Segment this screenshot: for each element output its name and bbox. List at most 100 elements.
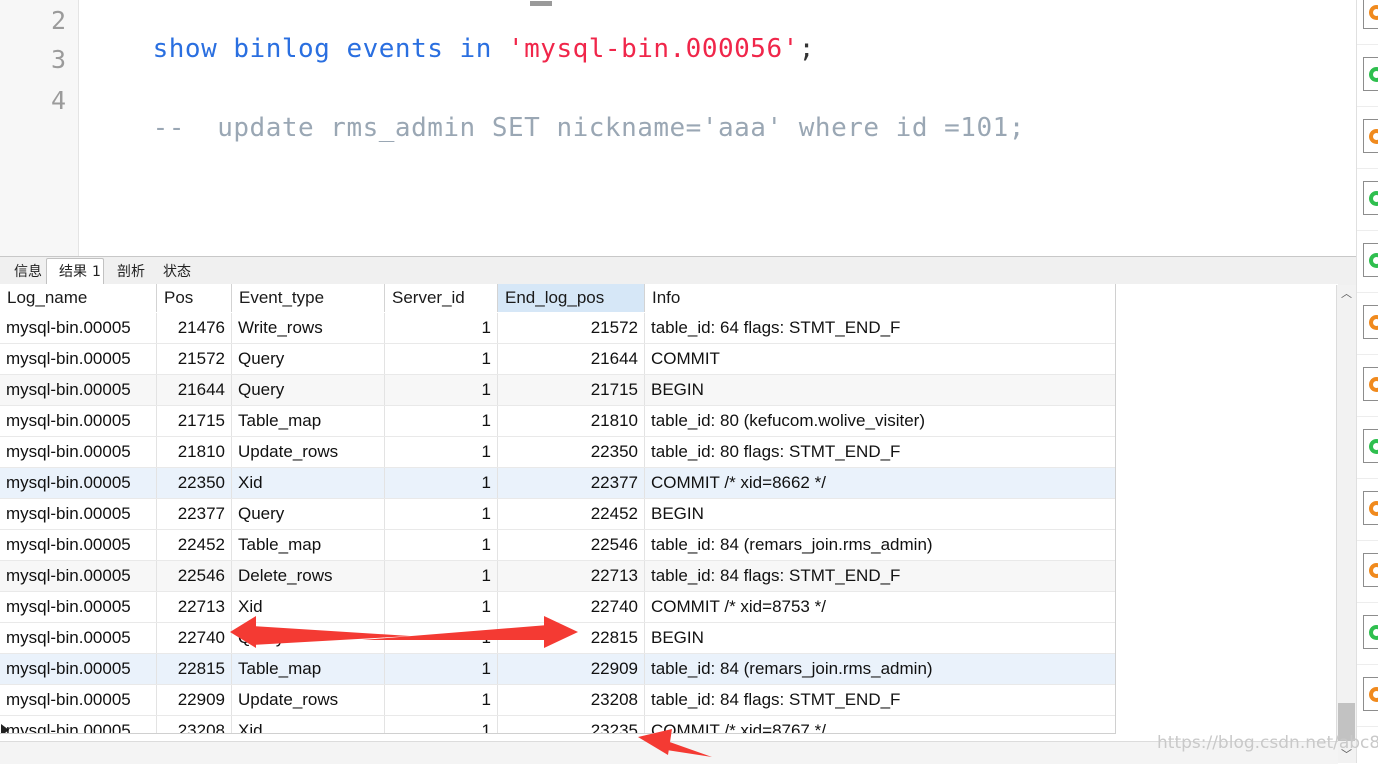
cell-event-type[interactable]: Query bbox=[232, 623, 385, 653]
scroll-up-arrow-icon[interactable]: ︿ bbox=[1337, 285, 1356, 302]
cell-pos[interactable]: 22815 bbox=[157, 654, 232, 684]
column-header-log-name[interactable]: Log_name bbox=[0, 284, 157, 312]
cell-server-id[interactable]: 1 bbox=[385, 406, 498, 436]
table-row[interactable]: mysql-bin.00005 22452 Table_map 1 22546 table… bbox=[0, 530, 1116, 561]
code-line-4[interactable]: -- update rms_admin SET nickname='aaa' w… bbox=[88, 89, 1025, 167]
table-row[interactable]: mysql-bin.00005 22546 Delete_rows 1 22713 tab… bbox=[0, 561, 1116, 592]
cell-pos[interactable]: 22909 bbox=[157, 685, 232, 715]
cell-end-log-pos[interactable]: 22815 bbox=[498, 623, 645, 653]
cell-info[interactable]: COMMIT bbox=[645, 344, 1116, 374]
cell-pos[interactable]: 22713 bbox=[157, 592, 232, 622]
cell-info[interactable]: table_id: 64 flags: STMT_END_F bbox=[645, 313, 1116, 343]
column-header-event-type[interactable]: Event_type bbox=[232, 284, 385, 312]
table-row[interactable]: mysql-bin.00005 22909 Update_rows 1 23208 tab… bbox=[0, 685, 1116, 716]
cell-info[interactable]: COMMIT /* xid=8753 */ bbox=[645, 592, 1116, 622]
cell-server-id[interactable]: 1 bbox=[385, 468, 498, 498]
cell-log-name[interactable]: mysql-bin.00005 bbox=[0, 716, 157, 734]
table-row[interactable]: mysql-bin.00005 22377 Query 1 22452 BEGIN bbox=[0, 499, 1116, 530]
cell-pos[interactable]: 23208 bbox=[157, 716, 232, 734]
column-header-end-log-pos[interactable]: End_log_pos bbox=[498, 284, 645, 312]
cell-server-id[interactable]: 1 bbox=[385, 437, 498, 467]
cell-pos[interactable]: 22546 bbox=[157, 561, 232, 591]
cell-event-type[interactable]: Xid bbox=[232, 716, 385, 734]
cell-info[interactable]: table_id: 84 (remars_join.rms_admin) bbox=[645, 530, 1116, 560]
cell-info[interactable]: table_id: 84 flags: STMT_END_F bbox=[645, 561, 1116, 591]
cell-log-name[interactable]: mysql-bin.00005 bbox=[0, 437, 157, 467]
cell-info[interactable]: table_id: 84 (remars_join.rms_admin) bbox=[645, 654, 1116, 684]
cell-event-type[interactable]: Query bbox=[232, 344, 385, 374]
list-item[interactable] bbox=[1357, 540, 1378, 603]
cell-event-type[interactable]: Xid bbox=[232, 592, 385, 622]
cell-pos[interactable]: 21476 bbox=[157, 313, 232, 343]
list-item[interactable] bbox=[1357, 354, 1378, 417]
cell-pos[interactable]: 21572 bbox=[157, 344, 232, 374]
cell-info[interactable]: COMMIT /* xid=8767 */ bbox=[645, 716, 1116, 734]
table-row[interactable]: mysql-bin.00005 22713 Xid 1 22740 COMMIT /* x… bbox=[0, 592, 1116, 623]
cell-server-id[interactable]: 1 bbox=[385, 344, 498, 374]
list-item[interactable] bbox=[1357, 230, 1378, 293]
column-header-server-id[interactable]: Server_id bbox=[385, 284, 498, 312]
cell-log-name[interactable]: mysql-bin.00005 bbox=[0, 654, 157, 684]
tab-status[interactable]: 状态 bbox=[151, 259, 197, 285]
table-row[interactable]: mysql-bin.00005 22815 Table_map 1 22909 table… bbox=[0, 654, 1116, 685]
cell-info[interactable]: table_id: 84 flags: STMT_END_F bbox=[645, 685, 1116, 715]
tab-result[interactable]: 结果 1 bbox=[46, 258, 104, 286]
grid-vertical-scrollbar[interactable]: ︿ ﹀ bbox=[1336, 285, 1356, 763]
cell-pos[interactable]: 22377 bbox=[157, 499, 232, 529]
cell-event-type[interactable]: Table_map bbox=[232, 530, 385, 560]
cell-pos[interactable]: 21715 bbox=[157, 406, 232, 436]
cell-server-id[interactable]: 1 bbox=[385, 685, 498, 715]
cell-log-name[interactable]: mysql-bin.00005 bbox=[0, 530, 157, 560]
tab-info[interactable]: 信息 bbox=[2, 259, 46, 285]
cell-log-name[interactable]: mysql-bin.00005 bbox=[0, 406, 157, 436]
table-row[interactable]: mysql-bin.00005 22740 Query 1 22815 BEGIN bbox=[0, 623, 1116, 654]
cell-end-log-pos[interactable]: 21715 bbox=[498, 375, 645, 405]
cell-pos[interactable]: 21644 bbox=[157, 375, 232, 405]
table-row[interactable]: mysql-bin.00005 21476 Write_rows 1 21572 tabl… bbox=[0, 313, 1116, 344]
cell-end-log-pos[interactable]: 22377 bbox=[498, 468, 645, 498]
list-item[interactable] bbox=[1357, 664, 1378, 727]
cell-end-log-pos[interactable]: 22350 bbox=[498, 437, 645, 467]
list-item[interactable] bbox=[1357, 168, 1378, 231]
list-item[interactable] bbox=[1357, 602, 1378, 665]
table-row[interactable]: mysql-bin.00005 21644 Query 1 21715 BEGIN bbox=[0, 375, 1116, 406]
cell-event-type[interactable]: Xid bbox=[232, 468, 385, 498]
list-item[interactable] bbox=[1357, 106, 1378, 169]
right-clipped-panel[interactable] bbox=[1356, 0, 1378, 763]
cell-info[interactable]: table_id: 80 (kefucom.wolive_visiter) bbox=[645, 406, 1116, 436]
table-row[interactable]: mysql-bin.00005 21715 Table_map 1 21810 table… bbox=[0, 406, 1116, 437]
cell-log-name[interactable]: mysql-bin.00005 bbox=[0, 561, 157, 591]
cell-end-log-pos[interactable]: 22740 bbox=[498, 592, 645, 622]
cell-server-id[interactable]: 1 bbox=[385, 313, 498, 343]
cell-end-log-pos[interactable]: 22452 bbox=[498, 499, 645, 529]
cell-info[interactable]: BEGIN bbox=[645, 499, 1116, 529]
table-row[interactable]: mysql-bin.00005 21810 Update_rows 1 22350 tab… bbox=[0, 437, 1116, 468]
list-item[interactable] bbox=[1357, 0, 1378, 45]
cell-event-type[interactable]: Query bbox=[232, 499, 385, 529]
table-row[interactable]: mysql-bin.00005 21572 Query 1 21644 COMMIT bbox=[0, 344, 1116, 375]
cell-end-log-pos[interactable]: 21810 bbox=[498, 406, 645, 436]
cell-info[interactable]: BEGIN bbox=[645, 375, 1116, 405]
cell-server-id[interactable]: 1 bbox=[385, 530, 498, 560]
cell-end-log-pos[interactable]: 22909 bbox=[498, 654, 645, 684]
column-header-pos[interactable]: Pos bbox=[157, 284, 232, 312]
cell-server-id[interactable]: 1 bbox=[385, 499, 498, 529]
cell-event-type[interactable]: Query bbox=[232, 375, 385, 405]
table-row[interactable]: mysql-bin.00005 22350 Xid 1 22377 COMMIT /* x… bbox=[0, 468, 1116, 499]
cell-server-id[interactable]: 1 bbox=[385, 375, 498, 405]
cell-event-type[interactable]: Table_map bbox=[232, 654, 385, 684]
cell-log-name[interactable]: mysql-bin.00005 bbox=[0, 375, 157, 405]
cell-info[interactable]: COMMIT /* xid=8662 */ bbox=[645, 468, 1116, 498]
cell-log-name[interactable]: mysql-bin.00005 bbox=[0, 313, 157, 343]
list-item[interactable] bbox=[1357, 44, 1378, 107]
cell-pos[interactable]: 21810 bbox=[157, 437, 232, 467]
result-grid[interactable]: Log_name Pos Event_type Server_id End_lo… bbox=[0, 284, 1338, 734]
cell-pos[interactable]: 22452 bbox=[157, 530, 232, 560]
cell-pos[interactable]: 22740 bbox=[157, 623, 232, 653]
code-line-2[interactable]: show binlog events in 'mysql-bin.000056'… bbox=[88, 10, 815, 88]
list-item[interactable] bbox=[1357, 416, 1378, 479]
cell-end-log-pos[interactable]: 21644 bbox=[498, 344, 645, 374]
list-item[interactable] bbox=[1357, 292, 1378, 355]
cell-end-log-pos[interactable]: 23235 bbox=[498, 716, 645, 734]
cell-log-name[interactable]: mysql-bin.00005 bbox=[0, 685, 157, 715]
